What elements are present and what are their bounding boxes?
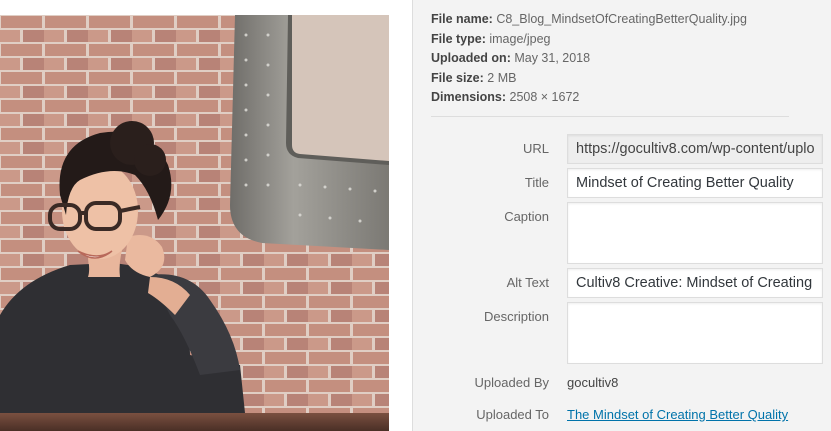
description-field[interactable]	[567, 302, 823, 364]
uploaded-on-label: Uploaded on:	[431, 51, 511, 65]
file-size-row: File size: 2 MB	[431, 69, 747, 89]
dimensions-row: Dimensions: 2508 × 1672	[431, 88, 747, 108]
file-type-value: image/jpeg	[489, 31, 551, 46]
uploaded-on-row: Uploaded on: May 31, 2018	[431, 49, 747, 69]
dimensions-value: 2508 × 1672	[509, 90, 580, 104]
alt-text-label: Alt Text	[506, 275, 549, 290]
uploaded-by-value: gocultiv8	[567, 375, 619, 390]
file-type-row: File type: image/jpeg	[431, 30, 747, 50]
uploaded-to-label: Uploaded To	[476, 407, 549, 422]
file-info: File name: C8_Blog_MindsetOfCreatingBett…	[431, 10, 747, 108]
dimensions-label: Dimensions:	[431, 90, 507, 104]
attachment-details-sidebar: File name: C8_Blog_MindsetOfCreatingBett…	[412, 0, 831, 431]
description-label: Description	[483, 309, 549, 324]
divider	[431, 116, 789, 117]
caption-field[interactable]	[567, 202, 823, 264]
attachment-image	[0, 15, 389, 431]
uploaded-on-value: May 31, 2018	[514, 51, 591, 65]
file-name-row: File name: C8_Blog_MindsetOfCreatingBett…	[431, 10, 747, 30]
caption-label: Caption	[504, 209, 549, 224]
attachment-preview	[0, 0, 412, 431]
alt-text-field[interactable]	[567, 268, 823, 298]
title-field[interactable]	[567, 168, 823, 198]
uploaded-to-link[interactable]: The Mindset of Creating Better Quality	[567, 407, 788, 422]
uploaded-by-label: Uploaded By	[474, 375, 549, 390]
file-name-label: File name:	[431, 12, 493, 26]
file-size-value: 2 MB	[487, 70, 517, 85]
title-label: Title	[524, 175, 549, 190]
url-field[interactable]	[567, 134, 823, 164]
file-name-value: C8_Blog_MindsetOfCreatingBetterQuality.j…	[496, 12, 747, 26]
attachment-details: File name: C8_Blog_MindsetOfCreatingBett…	[0, 0, 831, 431]
file-type-label: File type:	[431, 31, 486, 46]
url-label: URL	[522, 141, 549, 156]
file-size-label: File size:	[431, 70, 484, 85]
